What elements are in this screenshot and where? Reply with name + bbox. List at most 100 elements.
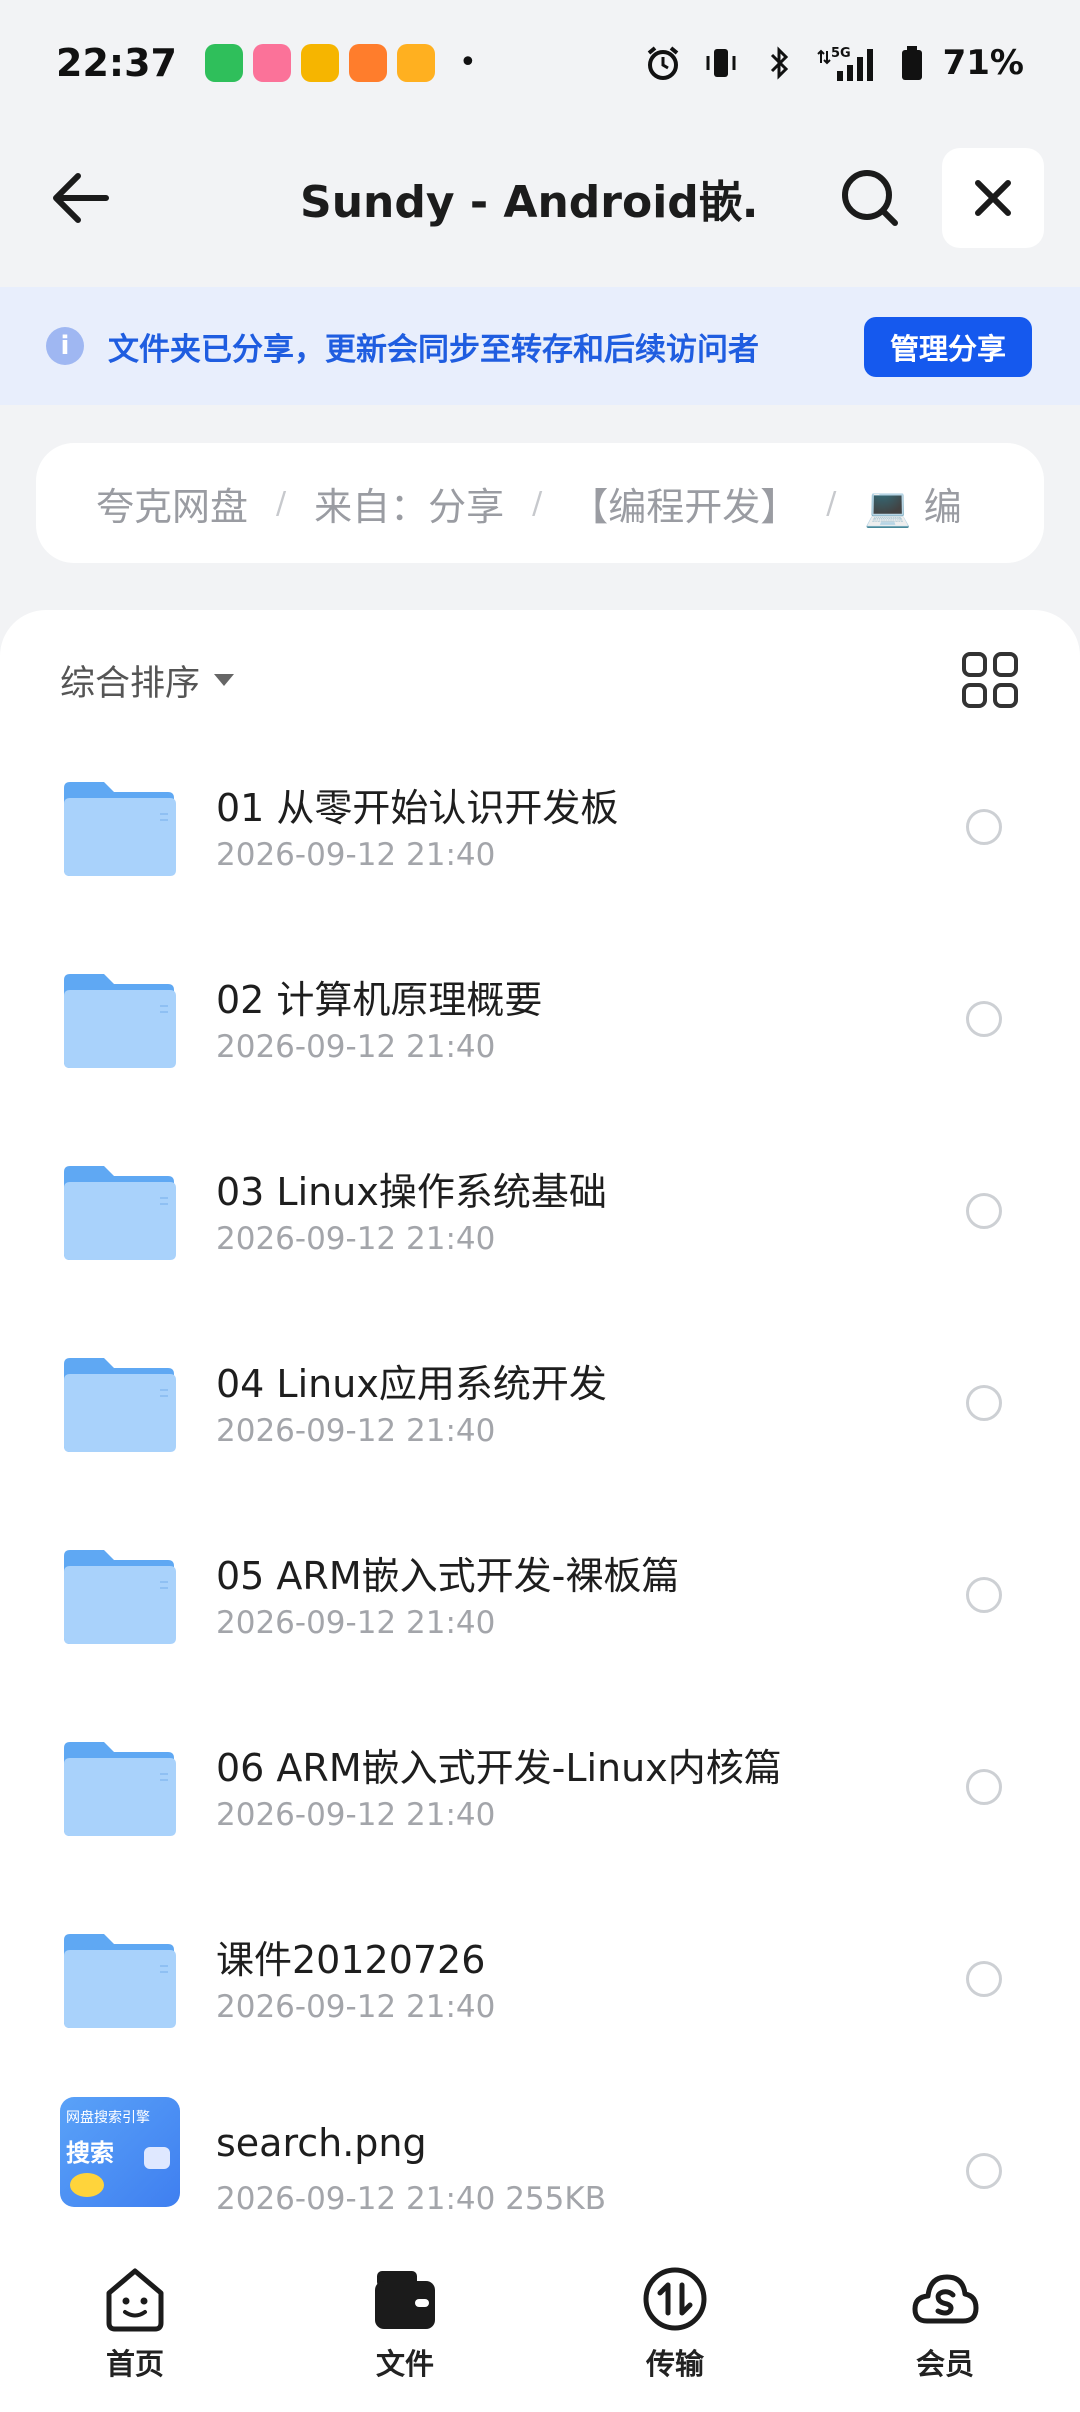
file-name: 03 Linux操作系统基础 [216,1170,607,1214]
folder-icon [64,782,176,876]
vibrate-icon [701,43,741,83]
fox-app-icon [300,43,339,82]
list-item[interactable]: 网盘搜索引擎 搜索 search.png 2026-09-12 21:40 25… [0,2089,1080,2250]
select-checkbox[interactable] [966,1577,1002,1613]
back-arrow-icon [53,172,109,223]
sort-label: 综合排序 [60,663,201,704]
sort-dropdown[interactable]: 综合排序 [60,650,235,710]
file-date: 2026-09-12 21:40 [216,1029,496,1065]
home-face-icon [106,2268,164,2332]
share-notice-banner: i 文件夹已分享，更新会同步至转存和后续访问者 管理分享 [0,287,1080,405]
status-time: 22:37 [56,40,177,85]
breadcrumb-item-category[interactable]: 【编程开发】 [570,476,798,531]
list-item[interactable]: 02 计算机原理概要 2026-09-12 21:40 [0,937,1080,1129]
breadcrumb-item-root[interactable]: 夸克网盘 [96,476,248,531]
image-thumbnail: 网盘搜索引擎 搜索 [60,2097,180,2207]
battery-percent: 71% [942,42,1024,83]
folder-icon [64,1550,176,1644]
breadcrumb: 夸克网盘 / 来自：分享 / 【编程开发】 / 💻 编 [36,443,1044,563]
select-checkbox[interactable] [966,1001,1002,1037]
close-button[interactable] [942,147,1044,248]
close-icon [975,179,1011,216]
tab-transfer[interactable]: 传输 [575,2263,775,2383]
breadcrumb-item-current[interactable]: 💻 编 [864,476,961,531]
grid-view-icon [962,652,1018,708]
thumbnail-title: 搜索 [66,2139,114,2167]
search-button[interactable] [830,158,910,238]
file-name: 02 计算机原理概要 [216,978,543,1022]
tab-label: 传输 [645,2347,704,2381]
breadcrumb-separator: / [826,485,837,521]
status-bar: 22:37 • 5G 71% [0,0,1080,125]
folder-icon [64,1166,176,1260]
breadcrumb-separator: / [276,485,287,521]
folder-icon [64,1358,176,1452]
manage-share-button[interactable]: 管理分享 [864,317,1032,377]
network-label: 5G [831,46,851,61]
share-notice-text: 文件夹已分享，更新会同步至转存和后续访问者 [108,331,759,368]
select-checkbox[interactable] [966,1193,1002,1229]
list-item[interactable]: 04 Linux应用系统开发 2026-09-12 21:40 [0,1321,1080,1513]
bottom-tab-bar: 首页 文件 传输 会员 [0,2235,1080,2412]
select-checkbox[interactable] [966,1385,1002,1421]
tab-label: 首页 [105,2347,164,2381]
select-checkbox[interactable] [966,1769,1002,1805]
list-item[interactable]: 课件20120726 2026-09-12 21:40 [0,1897,1080,2089]
tab-membership[interactable]: 会员 [845,2263,1045,2383]
more-notifications-dot: • [458,45,477,80]
play-app-icon [396,43,435,82]
select-checkbox[interactable] [966,2153,1002,2189]
folder-icon [64,974,176,1068]
wallet-folder-icon [375,2271,435,2329]
bluetooth-icon [759,43,799,83]
file-list: 01 从零开始认识开发板 2026-09-12 21:40 02 计算机原理概要… [0,745,1080,2250]
tab-label: 会员 [915,2347,974,2381]
select-checkbox[interactable] [966,809,1002,845]
file-name: 01 从零开始认识开发板 [216,786,619,830]
folder-icon [64,1742,176,1836]
file-name: search.png [216,2121,427,2165]
search-icon [842,169,898,226]
back-button[interactable] [40,158,120,238]
info-icon: i [46,327,84,365]
thumbnail-caption: 网盘搜索引擎 [66,2110,150,2126]
breadcrumb-separator: / [532,485,543,521]
notification-icons: • [204,43,477,82]
list-item[interactable]: 01 从零开始认识开发板 2026-09-12 21:40 [0,745,1080,937]
tab-home[interactable]: 首页 [35,2263,235,2383]
video-app-icon [204,43,243,82]
file-date: 2026-09-12 21:40 [216,1413,496,1449]
select-checkbox[interactable] [966,1961,1002,1997]
file-date-size: 2026-09-12 21:40 255KB [216,2181,606,2217]
file-name: 05 ARM嵌入式开发-裸板篇 [216,1554,680,1598]
screen: 22:37 • 5G 71% Sundy - Android嵌… i 文件夹已分… [0,0,1080,2412]
system-status: 5G 71% [643,43,1024,83]
signal-5g-icon: 5G [816,43,881,83]
breadcrumb-item-share[interactable]: 来自：分享 [314,476,504,531]
tab-files[interactable]: 文件 [305,2263,505,2383]
navigation-bar: Sundy - Android嵌… [0,140,1080,255]
file-date: 2026-09-12 21:40 [216,837,496,873]
file-date: 2026-09-12 21:40 [216,1605,496,1641]
file-name: 06 ARM嵌入式开发-Linux内核篇 [216,1746,782,1790]
list-item[interactable]: 03 Linux操作系统基础 2026-09-12 21:40 [0,1129,1080,1321]
list-item[interactable]: 06 ARM嵌入式开发-Linux内核篇 2026-09-12 21:40 [0,1705,1080,1897]
file-date: 2026-09-12 21:40 [216,1221,496,1257]
list-item[interactable]: 05 ARM嵌入式开发-裸板篇 2026-09-12 21:40 [0,1513,1080,1705]
file-list-panel: 综合排序 01 从零开始认识开发板 2026-09-12 21:40 02 计算… [0,610,1080,2250]
tab-label: 文件 [375,2347,434,2381]
folder-icon [64,1934,176,2028]
alarm-icon [643,43,683,83]
file-name: 04 Linux应用系统开发 [216,1362,607,1406]
grid-view-toggle[interactable] [960,650,1020,710]
mascot-shape [70,2173,104,2197]
bilibili-app-icon [252,43,291,82]
caret-down-icon [214,674,235,686]
orange-app-icon [348,43,387,82]
page-title: Sundy - Android嵌… [300,176,760,228]
chat-bubble-shape [144,2147,170,2169]
file-date: 2026-09-12 21:40 [216,1989,496,2025]
file-name: 课件20120726 [216,1938,486,1982]
file-date: 2026-09-12 21:40 [216,1797,496,1833]
transfer-arrows-icon [643,2267,707,2331]
